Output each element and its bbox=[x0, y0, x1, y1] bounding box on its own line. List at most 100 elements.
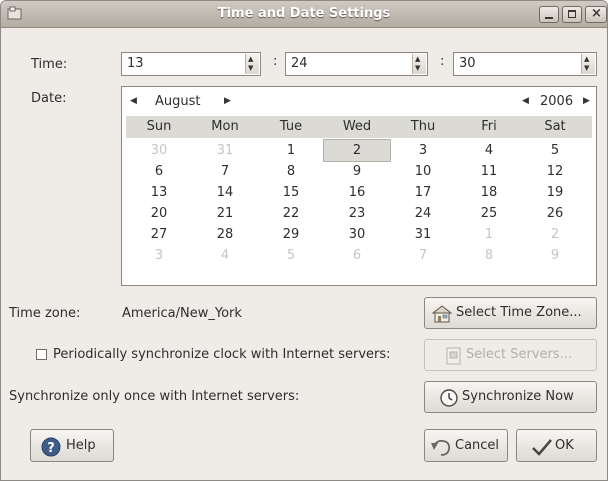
help-button[interactable]: ? Help bbox=[30, 429, 114, 462]
calendar-day[interactable]: 31 bbox=[390, 226, 456, 245]
calendar-day[interactable]: 8 bbox=[456, 247, 522, 266]
calendar-day[interactable]: 23 bbox=[324, 205, 390, 224]
spin-down-icon[interactable]: ▼ bbox=[415, 65, 420, 72]
clock-icon bbox=[440, 389, 458, 407]
calendar-day[interactable]: 21 bbox=[192, 205, 258, 224]
calendar-day[interactable]: 6 bbox=[126, 163, 192, 182]
date-label: Date: bbox=[31, 91, 67, 106]
periodic-sync-checkbox[interactable] bbox=[36, 349, 47, 360]
hours-spinner[interactable]: 13 ▲ ▼ bbox=[121, 52, 261, 76]
calendar-week: 13 14 15 16 17 18 19 bbox=[126, 182, 592, 203]
time-label: Time: bbox=[31, 57, 68, 72]
hours-spin-arrows[interactable]: ▲ ▼ bbox=[245, 54, 259, 74]
maximize-button[interactable] bbox=[562, 6, 582, 23]
weekday-label: Sat bbox=[544, 119, 566, 134]
calendar-day[interactable]: 17 bbox=[390, 184, 456, 203]
minimize-button[interactable] bbox=[539, 6, 559, 23]
calendar-day[interactable]: 1 bbox=[258, 142, 324, 161]
calendar-day[interactable]: 9 bbox=[324, 163, 390, 182]
calendar-day[interactable]: 1 bbox=[456, 226, 522, 245]
select-servers-label: Select Servers... bbox=[466, 347, 573, 362]
calendar-day[interactable]: 28 bbox=[192, 226, 258, 245]
hours-value[interactable]: 13 bbox=[127, 56, 144, 71]
calendar-day[interactable]: 6 bbox=[324, 247, 390, 266]
prev-year-icon[interactable]: ◀ bbox=[522, 96, 529, 106]
svg-text:?: ? bbox=[47, 441, 55, 456]
calendar-day[interactable]: 18 bbox=[456, 184, 522, 203]
calendar-day[interactable]: 10 bbox=[390, 163, 456, 182]
cancel-label: Cancel bbox=[455, 438, 500, 453]
prev-month-icon[interactable]: ◀ bbox=[130, 96, 137, 106]
title-bar[interactable]: Time and Date Settings × bbox=[1, 1, 607, 28]
calendar-day[interactable]: 24 bbox=[390, 205, 456, 224]
time-separator: : bbox=[273, 54, 278, 69]
calendar-day[interactable]: 16 bbox=[324, 184, 390, 203]
spin-up-icon[interactable]: ▲ bbox=[584, 56, 589, 63]
minutes-value[interactable]: 24 bbox=[291, 56, 308, 71]
weekday-header: Sun Mon Tue Wed Thu Fri Sat bbox=[126, 116, 592, 138]
calendar-day[interactable]: 29 bbox=[258, 226, 324, 245]
calendar-day[interactable]: 30 bbox=[324, 226, 390, 245]
spin-up-icon[interactable]: ▲ bbox=[248, 56, 253, 63]
calendar-week: 30 31 1 2 3 4 5 bbox=[126, 139, 592, 162]
seconds-spin-arrows[interactable]: ▲ ▼ bbox=[581, 54, 595, 74]
calendar-day[interactable]: 5 bbox=[258, 247, 324, 266]
periodic-sync-label[interactable]: Periodically synchronize clock with Inte… bbox=[53, 347, 391, 362]
close-button[interactable]: × bbox=[585, 6, 607, 23]
ok-button[interactable]: OK bbox=[516, 429, 597, 462]
selected-day[interactable]: 2 bbox=[323, 139, 391, 162]
maximize-icon bbox=[568, 10, 576, 18]
minutes-spin-arrows[interactable]: ▲ ▼ bbox=[412, 54, 426, 74]
select-servers-button[interactable]: Select Servers... bbox=[424, 339, 597, 371]
calendar-day[interactable]: 19 bbox=[522, 184, 588, 203]
weekday-label: Tue bbox=[279, 119, 303, 134]
calendar-day[interactable]: 26 bbox=[522, 205, 588, 224]
minutes-spinner[interactable]: 24 ▲ ▼ bbox=[285, 52, 428, 76]
calendar-day[interactable]: 9 bbox=[522, 247, 588, 266]
calendar-day[interactable]: 4 bbox=[456, 142, 522, 161]
calendar-day[interactable]: 25 bbox=[456, 205, 522, 224]
calendar-day[interactable]: 7 bbox=[192, 163, 258, 182]
calendar-week: 3456789 bbox=[126, 245, 592, 266]
spin-up-icon[interactable]: ▲ bbox=[415, 56, 420, 63]
synchronize-now-label: Synchronize Now bbox=[462, 389, 574, 404]
spin-down-icon[interactable]: ▼ bbox=[584, 65, 589, 72]
calendar[interactable]: ◀ August ▶ ◀ 2006 ▶ Sun Mon Tue Wed Thu Fri Sa… bbox=[121, 86, 597, 286]
calendar-day[interactable]: 11 bbox=[456, 163, 522, 182]
calendar-header: ◀ August ▶ ◀ 2006 ▶ bbox=[122, 87, 596, 116]
weekday-label: Wed bbox=[342, 119, 372, 134]
time-date-settings-window: Time and Date Settings × Time: 13 ▲ ▼ : … bbox=[0, 0, 608, 481]
seconds-value[interactable]: 30 bbox=[459, 56, 476, 71]
calendar-day[interactable]: 27 bbox=[126, 226, 192, 245]
calendar-day[interactable]: 22 bbox=[258, 205, 324, 224]
calendar-day[interactable]: 12 bbox=[522, 163, 588, 182]
calendar-day[interactable]: 15 bbox=[258, 184, 324, 203]
weekday-label: Mon bbox=[211, 119, 239, 134]
calendar-month: August bbox=[155, 94, 201, 109]
calendar-day[interactable]: 3 bbox=[390, 142, 456, 161]
calendar-day[interactable]: 3 bbox=[126, 247, 192, 266]
time-zone-value: America/New_York bbox=[122, 306, 242, 321]
calendar-day[interactable]: 30 bbox=[126, 142, 192, 161]
spin-down-icon[interactable]: ▼ bbox=[248, 65, 253, 72]
seconds-spinner[interactable]: 30 ▲ ▼ bbox=[453, 52, 597, 76]
calendar-day[interactable]: 20 bbox=[126, 205, 192, 224]
calendar-day[interactable]: 8 bbox=[258, 163, 324, 182]
undo-icon bbox=[431, 439, 451, 456]
calendar-day[interactable]: 4 bbox=[192, 247, 258, 266]
calendar-day[interactable]: 31 bbox=[192, 142, 258, 161]
cancel-button[interactable]: Cancel bbox=[424, 429, 508, 462]
synchronize-now-button[interactable]: Synchronize Now bbox=[424, 381, 597, 413]
calendar-day[interactable]: 7 bbox=[390, 247, 456, 266]
select-time-zone-button[interactable]: Select Time Zone... bbox=[424, 297, 597, 329]
next-year-icon[interactable]: ▶ bbox=[583, 96, 590, 106]
calendar-day[interactable]: 14 bbox=[192, 184, 258, 203]
next-month-icon[interactable]: ▶ bbox=[224, 96, 231, 106]
sync-once-label: Synchronize only once with Internet serv… bbox=[9, 389, 300, 404]
time-separator: : bbox=[440, 54, 445, 69]
calendar-day[interactable]: 2 bbox=[522, 226, 588, 245]
time-zone-label: Time zone: bbox=[9, 306, 81, 321]
calendar-day[interactable]: 5 bbox=[522, 142, 588, 161]
calendar-day[interactable]: 13 bbox=[126, 184, 192, 203]
weekday-label: Sun bbox=[146, 119, 172, 134]
